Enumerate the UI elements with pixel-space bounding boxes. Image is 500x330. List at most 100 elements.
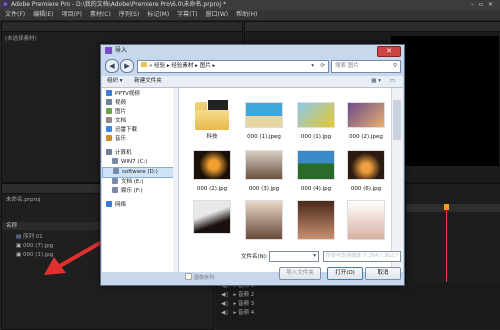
timeline-panel (405, 183, 500, 306)
address-bar[interactable]: « 经验 ▸ 经验素材 ▸ 图片 ▸ ▾ ⟳ (137, 60, 329, 73)
nav-item[interactable]: 娱乐 (F:) (102, 187, 178, 196)
menu-marker[interactable]: 标记(M) (147, 11, 169, 18)
file-item[interactable]: 000 (6).jpg (347, 150, 385, 192)
organize-button[interactable]: 组织 ▾ (107, 78, 123, 84)
file-item[interactable] (297, 200, 335, 240)
dialog-titlebar[interactable]: 导入 (101, 45, 404, 57)
file-item[interactable] (347, 200, 385, 240)
filename-input[interactable]: ▾ (269, 251, 319, 262)
scrollbar-thumb[interactable] (393, 100, 401, 140)
refresh-icon[interactable]: ⟳ (320, 61, 325, 72)
nav-item-label: software (D:) (122, 169, 158, 175)
speaker-icon: ◀▯ (221, 292, 229, 298)
nav-item[interactable]: 迅雷下载 (102, 126, 178, 135)
nav-item-selected[interactable]: software (D:) (102, 167, 178, 178)
sequence-icon: ▤ (16, 234, 22, 240)
import-folder-button[interactable]: 导入文件夹 (279, 267, 321, 280)
nav-item[interactable]: 文档 (102, 117, 178, 126)
new-folder-button[interactable]: 新建文件夹 (134, 78, 162, 84)
drive-icon (112, 158, 118, 164)
filetype-select[interactable]: 所有可支持媒体 (*.264;*.3G2;* (323, 251, 401, 262)
drive-icon (112, 187, 118, 193)
window-controls[interactable]: –▫✕ (471, 0, 498, 10)
file-list-scrollbar[interactable] (391, 88, 403, 272)
nav-item[interactable]: 音乐 (102, 135, 178, 144)
dialog-close-button[interactable]: ✕ (377, 46, 401, 57)
nav-item[interactable]: 网络 (102, 201, 178, 210)
breadcrumb-item[interactable]: 经验素材 (171, 63, 193, 69)
cancel-button[interactable]: 取消 (365, 267, 401, 280)
image-thumbnail (193, 200, 231, 234)
app-title: Adobe Premiere Pro - D:\我的文档\Adobe\Premi… (11, 1, 227, 8)
file-item[interactable]: 000 (1).jpg (297, 102, 335, 140)
network-icon (106, 201, 112, 207)
file-item[interactable] (245, 200, 283, 240)
menu-project[interactable]: 项目(P) (62, 11, 82, 18)
premiere-logo-icon: Pr (2, 1, 9, 8)
image-icon: ▣ (16, 243, 22, 249)
audio-track-label: 音频 4 (238, 310, 255, 316)
chevron-down-icon[interactable]: ▾ (313, 252, 316, 261)
preview-pane-icon[interactable]: ▭ (390, 76, 395, 87)
nav-item[interactable]: 视频 (102, 99, 178, 108)
menu-clip[interactable]: 素材(C) (90, 11, 111, 18)
source-panel-tabs[interactable] (2, 22, 242, 32)
nav-item-label: 视频 (115, 100, 127, 106)
drive-icon (113, 168, 119, 174)
audio-track[interactable]: ◀▯ ▸ 音频 3 (215, 300, 500, 309)
menu-help[interactable]: 帮助(H) (236, 11, 257, 18)
view-options-icon[interactable]: ▦ ▾ (371, 76, 381, 87)
file-name: 000 (6).jpg (350, 186, 382, 192)
nav-scrollbar[interactable] (173, 88, 178, 272)
nav-item-label: 迅雷下载 (115, 127, 138, 133)
menu-title[interactable]: 字幕(T) (177, 11, 197, 18)
file-item[interactable]: 000 (1).jpeg (245, 102, 283, 140)
search-input[interactable]: 搜索 图片 ⚲ (331, 60, 401, 73)
chevron-down-icon[interactable]: ▾ (311, 61, 314, 72)
image-sequence-label: 图像序列 (194, 275, 215, 281)
dialog-navigation: ◀ ▶ « 经验 ▸ 经验素材 ▸ 图片 ▸ ▾ ⟳ 搜索 图片 ⚲ (105, 59, 401, 73)
image-thumbnail (297, 102, 335, 128)
menu-sequence[interactable]: 序列(S) (119, 11, 140, 18)
nav-item-label: 文档 (E:) (121, 179, 144, 185)
nav-item[interactable]: 文档 (E:) (102, 178, 178, 187)
audio-track[interactable]: ◀▯ ▸ 音频 2 (215, 291, 500, 300)
timeline-ruler[interactable] (406, 204, 500, 212)
file-item[interactable]: 科技 (193, 96, 231, 140)
breadcrumb-overflow[interactable]: « (149, 63, 152, 69)
breadcrumb-item[interactable]: 经验 (154, 63, 165, 69)
folder-icon (193, 96, 231, 132)
image-sequence-checkbox[interactable] (185, 273, 192, 280)
computer-icon (106, 149, 112, 155)
dialog-title: 导入 (115, 47, 128, 54)
file-item[interactable]: 000 (2).jpg (193, 150, 231, 192)
menu-window[interactable]: 窗口(W) (206, 11, 229, 18)
file-item[interactable]: 000 (2).jpeg (347, 102, 385, 140)
speaker-icon: ◀▯ (221, 310, 229, 316)
nav-item[interactable]: 图片 (102, 108, 178, 117)
folder-icon (141, 62, 147, 67)
app-titlebar: Pr Adobe Premiere Pro - D:\我的文档\Adobe\Pre… (0, 0, 500, 10)
thunder-download-icon (106, 126, 112, 132)
program-monitor-tabs[interactable] (245, 22, 500, 32)
forward-button[interactable]: ▶ (120, 59, 134, 73)
breadcrumb-item[interactable]: 图片 (200, 63, 211, 69)
image-thumbnail (245, 200, 283, 240)
nav-item[interactable]: WIN7 (C:) (102, 158, 178, 167)
file-name: 000 (3).jpg (248, 186, 280, 192)
back-button[interactable]: ◀ (105, 59, 119, 73)
menu-edit[interactable]: 编辑(E) (33, 11, 53, 18)
nav-item[interactable]: PPTV视频 (102, 90, 178, 99)
file-item[interactable]: 000 (4).jpg (297, 150, 335, 192)
file-item[interactable]: 000 (3).jpg (245, 150, 283, 192)
menu-file[interactable]: 文件(F) (5, 11, 25, 18)
nav-item-label: 文档 (115, 118, 127, 124)
image-sequence-option[interactable]: 图像序列 (185, 273, 214, 281)
nav-item[interactable]: 计算机 (102, 149, 178, 158)
nav-item-label: 音乐 (115, 136, 127, 142)
image-thumbnail (347, 200, 385, 240)
audio-track[interactable]: ◀▯ ▸ 音频 4 (215, 309, 500, 318)
open-button[interactable]: 打开(O) (327, 267, 363, 280)
navigation-pane: PPTV视频 视频 图片 文档 迅雷下载 音乐 计算机 WIN7 (C:) so… (102, 88, 179, 272)
file-item[interactable] (193, 200, 231, 236)
